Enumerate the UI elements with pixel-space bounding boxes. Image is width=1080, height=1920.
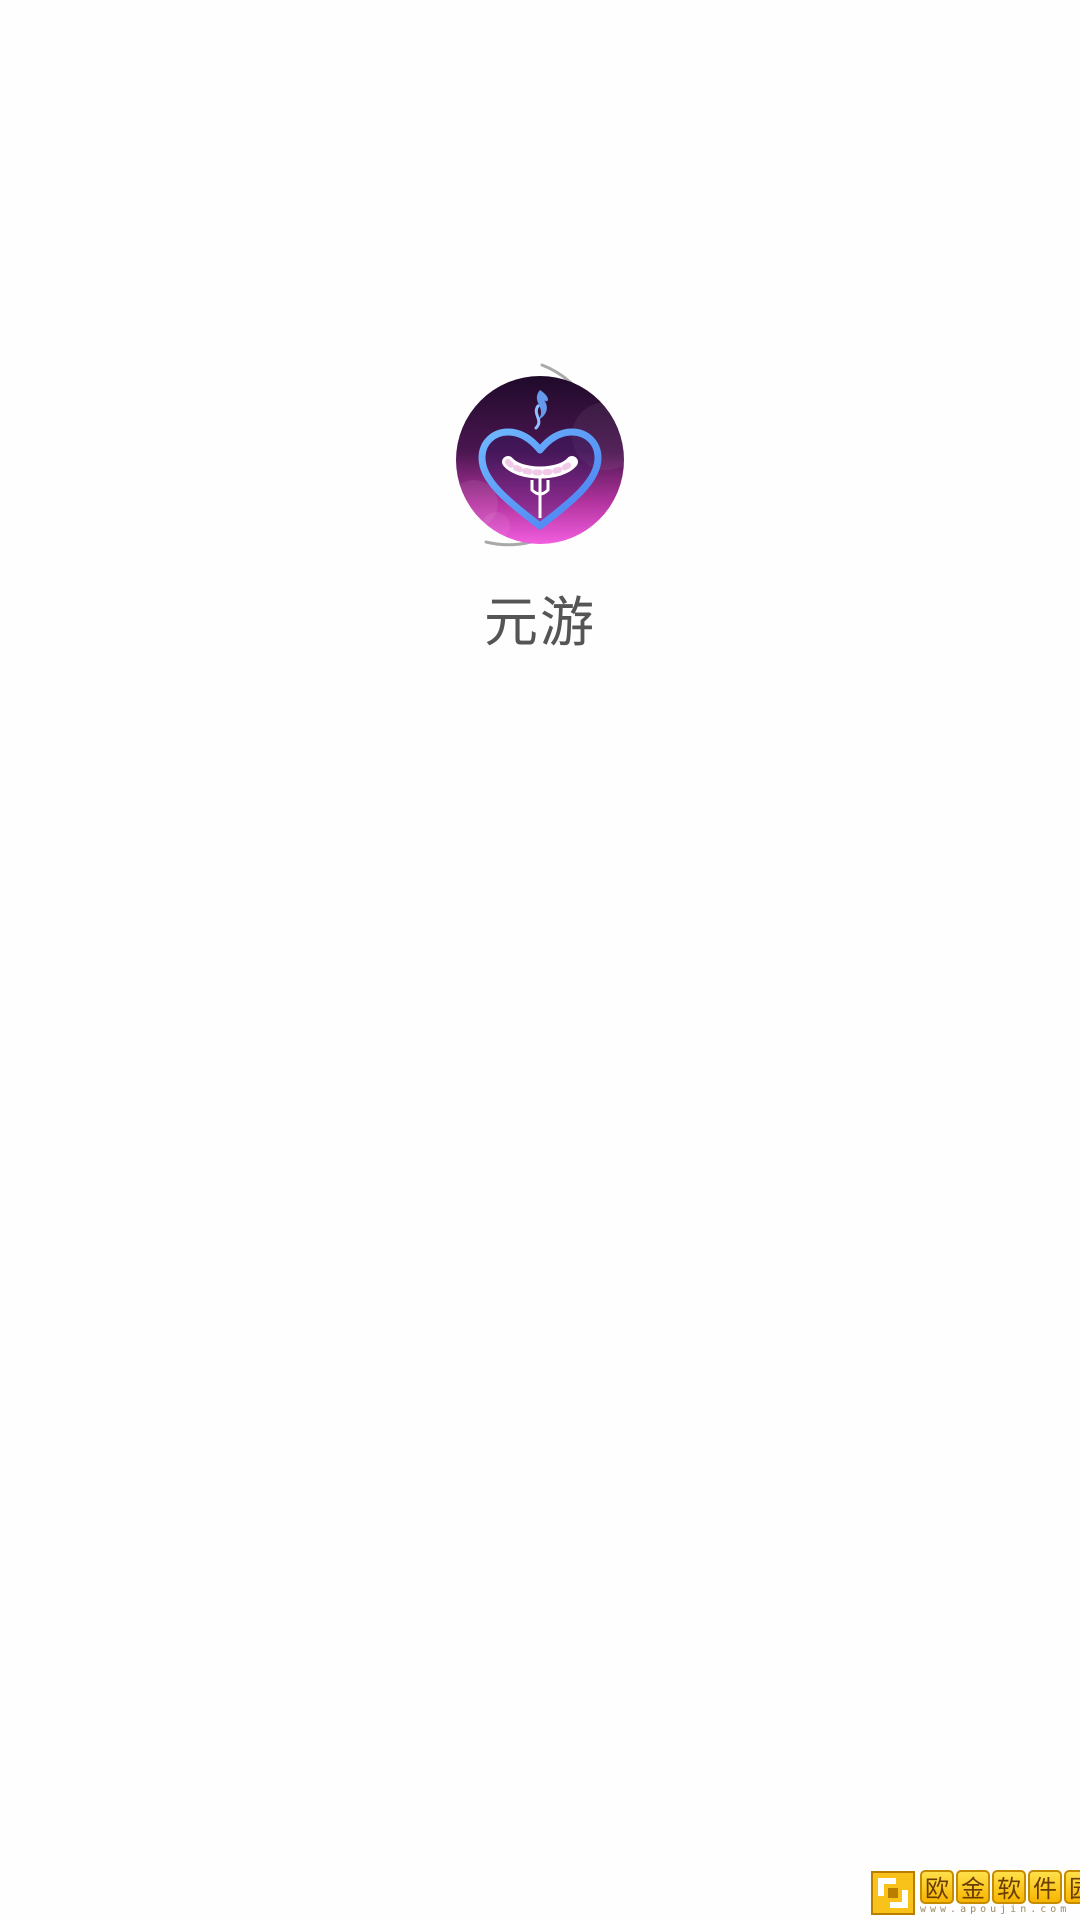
watermark-char: 园 — [1064, 1870, 1080, 1904]
watermark-logo-icon — [871, 1871, 915, 1915]
watermark-url: www.apoujin.com — [920, 1904, 1071, 1915]
heart-sausage-icon — [456, 376, 624, 544]
watermark: 欧 金 软 件 园 www.apoujin.com — [870, 1870, 1080, 1916]
watermark-char: 欧 — [920, 1870, 954, 1904]
watermark-title: 欧 金 软 件 园 — [920, 1870, 1080, 1904]
splash-screen: 元游 欧 金 软 件 园 www.apoujin.com — [0, 0, 1080, 1920]
watermark-char: 软 — [992, 1870, 1026, 1904]
watermark-char: 件 — [1028, 1870, 1062, 1904]
app-logo-with-progress — [446, 358, 642, 562]
app-name: 元游 — [484, 591, 596, 654]
watermark-char: 金 — [956, 1870, 990, 1904]
